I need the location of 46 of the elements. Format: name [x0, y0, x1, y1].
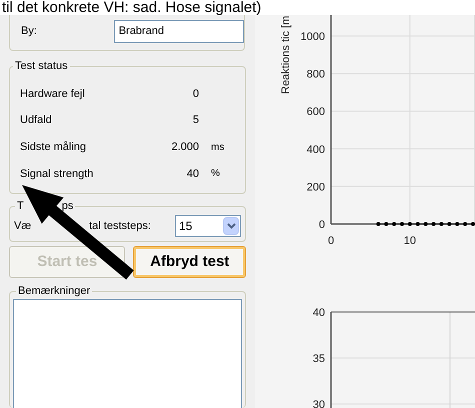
data-point — [416, 222, 420, 226]
status-value: 40 — [186, 166, 199, 182]
status-label: Udfald — [20, 113, 53, 128]
data-point — [392, 222, 396, 226]
group-title: ps — [62, 199, 74, 214]
status-value: 5 — [192, 113, 199, 128]
data-point — [439, 222, 444, 226]
axis-tick-label: 0 — [328, 235, 334, 247]
data-point — [447, 222, 452, 226]
field-label: Væ — [14, 218, 32, 234]
status-unit: % — [211, 167, 220, 182]
data-point — [455, 222, 460, 226]
data-point — [400, 222, 404, 226]
axis-tick-label: 600 — [306, 106, 325, 118]
data-point — [432, 222, 436, 226]
data-point — [463, 222, 468, 226]
axis-title: Reaktions tic [m — [280, 16, 292, 94]
group-title: Bemærkninger — [17, 284, 92, 299]
status-label: Sidste måling — [20, 140, 88, 155]
status-unit: ms — [211, 140, 224, 155]
data-point — [471, 222, 475, 226]
axis-tick-label: 10 — [404, 235, 416, 247]
group-title: T — [17, 199, 24, 214]
button[interactable]: Afbryd test — [133, 246, 246, 278]
data-point — [424, 222, 428, 226]
field-label: By: — [21, 24, 38, 40]
data-point — [376, 222, 380, 226]
group-title: Test status — [14, 59, 69, 74]
input-field[interactable]: Brabrand — [114, 20, 244, 43]
data-point — [384, 222, 388, 226]
dropdown[interactable]: 15 — [175, 214, 241, 237]
axis-tick-label: 1000 — [300, 31, 325, 43]
axis-tick-label: 40 — [312, 307, 325, 319]
status-value: 2.000 — [170, 140, 199, 155]
field-label: tal teststeps: — [89, 218, 151, 234]
axis-tick-label: 35 — [312, 353, 325, 365]
status-value: 0 — [192, 86, 199, 102]
axis-tick-label: 200 — [306, 181, 325, 194]
status-label: Hardware fejl — [20, 86, 86, 102]
axis-tick-label: 30 — [312, 399, 325, 408]
data-point — [408, 222, 412, 226]
axis-tick-label: 0 — [318, 219, 325, 231]
caption-text: til det konkrete VH: sad. Hose signalet) — [1, 0, 262, 15]
axis-tick-label: 400 — [306, 144, 325, 156]
status-label: Signal strength — [20, 166, 94, 182]
axis-tick-label: 800 — [306, 68, 325, 81]
